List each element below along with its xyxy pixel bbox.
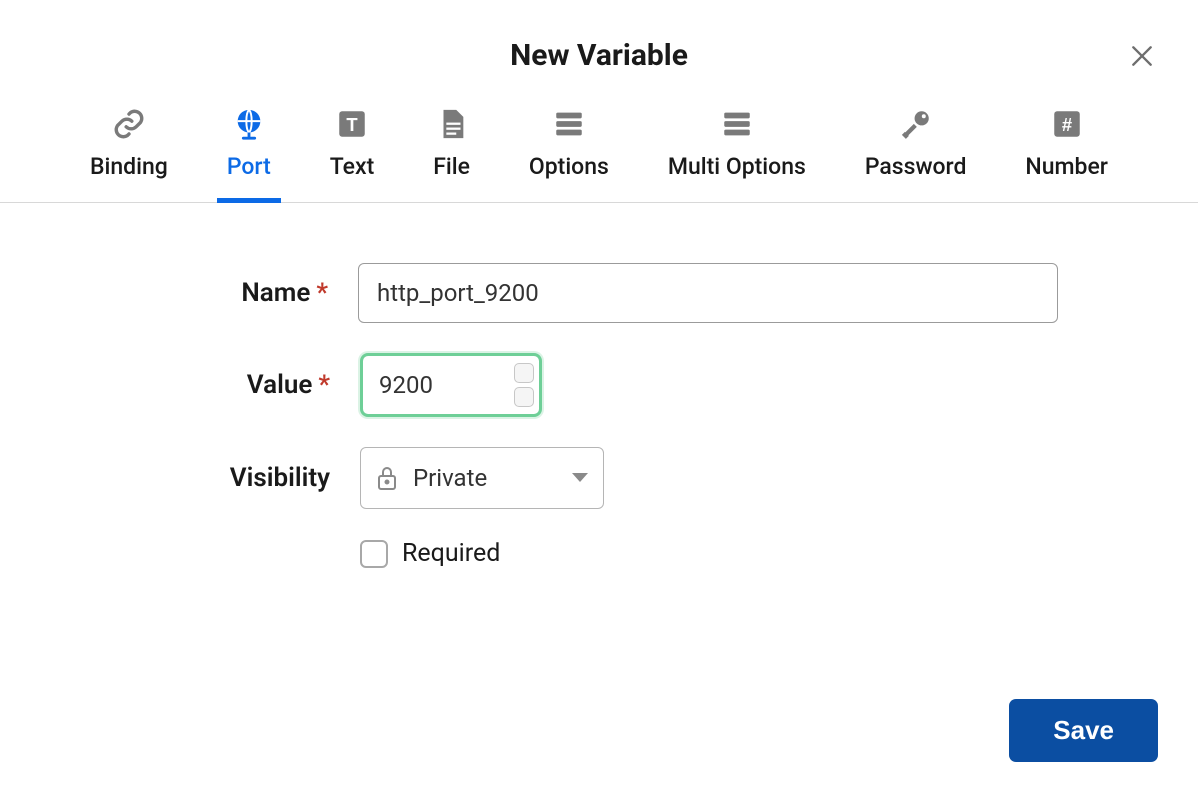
close-icon [1129,43,1155,69]
file-icon [435,107,469,141]
visibility-value: Private [413,464,557,492]
value-row: Value* [140,353,1058,417]
lock-icon [375,464,399,492]
tab-label: Multi Options [668,153,806,180]
new-variable-modal: New Variable Binding Port T Text [0,0,1198,802]
tab-binding[interactable]: Binding [80,107,178,202]
tab-label: Port [227,153,271,180]
close-button[interactable] [1124,38,1160,74]
required-marker: * [316,278,328,308]
spinner-down-button[interactable] [514,387,534,407]
save-button[interactable]: Save [1009,699,1158,762]
name-input[interactable] [358,263,1058,323]
visibility-select[interactable]: Private [360,447,604,509]
variable-type-tabs: Binding Port T Text File Options [0,107,1198,203]
text-square-icon: T [335,107,369,141]
modal-footer: Save [1009,699,1158,762]
chevron-down-icon [571,472,589,484]
name-label: Name* [140,278,358,308]
visibility-row: Visibility Private [140,447,1058,509]
tab-label: Number [1025,153,1108,180]
tab-file[interactable]: File [423,107,480,202]
tab-label: Password [865,153,967,180]
value-label: Value* [140,370,360,400]
list-icon [552,107,586,141]
required-marker: * [318,370,330,400]
list-icon [720,107,754,141]
spinner-up-button[interactable] [514,363,534,383]
tab-number[interactable]: # Number [1015,107,1118,202]
visibility-label: Visibility [140,463,360,493]
name-label-text: Name [241,278,310,308]
tab-label: Binding [90,153,168,180]
tab-password[interactable]: Password [855,107,977,202]
globe-icon [232,107,266,141]
tab-label: Text [330,153,375,180]
modal-header: New Variable [0,0,1198,73]
svg-text:T: T [346,114,358,135]
modal-title: New Variable [0,38,1198,73]
key-icon [899,107,933,141]
required-row: Required [360,539,1058,568]
value-label-text: Value [247,370,313,400]
svg-text:#: # [1062,114,1072,135]
hash-square-icon: # [1050,107,1084,141]
tab-text[interactable]: T Text [320,107,385,202]
tab-label: Options [529,153,609,180]
required-checkbox[interactable] [360,540,388,568]
form-area: Name* Value* Visibility [0,203,1198,568]
tab-options[interactable]: Options [519,107,619,202]
number-spinner [514,363,534,407]
required-label: Required [402,539,500,568]
tab-port[interactable]: Port [217,107,281,202]
tab-multi-options[interactable]: Multi Options [658,107,816,202]
name-row: Name* [140,263,1058,323]
tab-label: File [433,153,470,180]
link-icon [112,107,146,141]
